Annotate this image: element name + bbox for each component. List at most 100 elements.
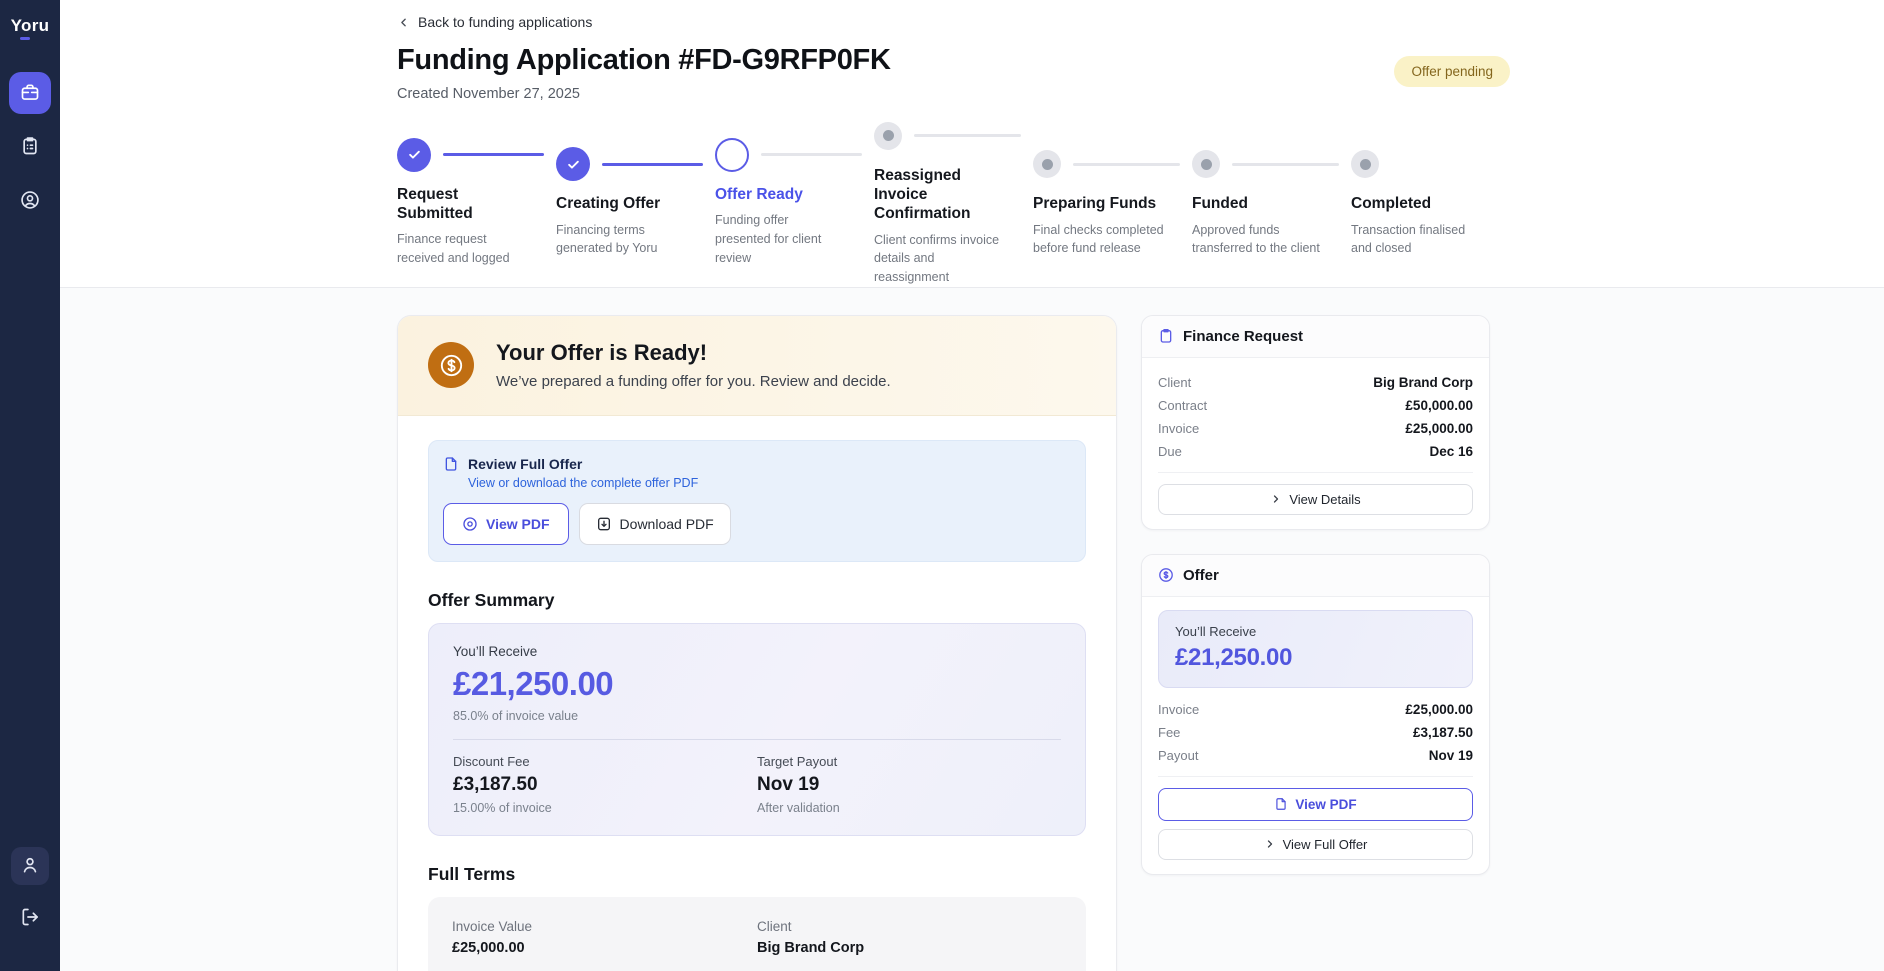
- check-icon: [566, 157, 581, 172]
- step-connector: [443, 153, 544, 156]
- term-label: Invoice Value: [452, 919, 757, 934]
- sidebar-item-account[interactable]: [9, 180, 51, 222]
- step-connector: [602, 163, 703, 166]
- step-completed: Completed Transaction finalised and clos…: [1351, 146, 1510, 258]
- offer-summary-box: You’ll Receive £21,250.00 85.0% of invoi…: [428, 623, 1086, 836]
- step-title: Request Submitted: [397, 185, 556, 224]
- sidebar-logout-button[interactable]: [9, 897, 51, 939]
- page-header: Back to funding applications Funding App…: [397, 0, 1510, 287]
- logout-icon: [20, 907, 40, 930]
- kv-value: Big Brand Corp: [1373, 375, 1473, 390]
- kv-value: £25,000.00: [1405, 702, 1473, 717]
- step-description: Approved funds transferred to the client: [1192, 221, 1351, 259]
- created-date: Created November 27, 2025: [397, 86, 891, 102]
- banner-title: Your Offer is Ready!: [496, 340, 891, 366]
- kv-label: Payout: [1158, 748, 1198, 763]
- app-root: Yoru Back to funding applications: [0, 0, 1884, 971]
- term-value: £25,000.00: [452, 940, 757, 956]
- clipboard-icon: [20, 136, 40, 159]
- finance-row-invoice: Invoice £25,000.00: [1158, 417, 1473, 440]
- kv-label: Due: [1158, 444, 1182, 459]
- step-description: Final checks completed before fund relea…: [1033, 221, 1192, 259]
- sidebar: Yoru: [0, 0, 60, 971]
- chevron-right-icon: [1264, 838, 1276, 850]
- payout-label: Target Payout: [757, 754, 1061, 769]
- step-dot: [883, 130, 894, 141]
- side-view-pdf-button[interactable]: View PDF: [1158, 788, 1473, 821]
- briefcase-icon: [20, 82, 40, 105]
- download-pdf-label: Download PDF: [620, 516, 714, 532]
- chevron-right-icon: [1270, 493, 1282, 505]
- kv-label: Contract: [1158, 398, 1207, 413]
- finance-request-card: Finance Request Client Big Brand Corp Co…: [1141, 315, 1490, 530]
- finance-row-due: Due Dec 16: [1158, 440, 1473, 463]
- step-creating-offer: Creating Offer Financing terms generated…: [556, 146, 715, 258]
- finance-request-title: Finance Request: [1183, 328, 1303, 345]
- step-title: Creating Offer: [556, 194, 715, 213]
- offer-panel-title: Offer: [1183, 567, 1219, 584]
- summary-divider: [453, 739, 1061, 740]
- person-icon: [20, 855, 40, 878]
- offer-row-payout: Payout Nov 19: [1158, 744, 1473, 767]
- side-column: Finance Request Client Big Brand Corp Co…: [1141, 315, 1490, 971]
- side-divider: [1158, 472, 1473, 473]
- view-full-offer-label: View Full Offer: [1283, 837, 1368, 852]
- status-badge: Offer pending: [1394, 56, 1510, 87]
- offer-receive-box: You’ll Receive £21,250.00: [1158, 610, 1473, 688]
- payout-note: After validation: [757, 801, 1061, 815]
- step-offer-ready: Offer Ready Funding offer presented for …: [715, 137, 874, 268]
- kv-value: £50,000.00: [1405, 398, 1473, 413]
- banner-subtitle: We’ve prepared a funding offer for you. …: [496, 373, 891, 390]
- step-description: Financing terms generated by Yoru: [556, 221, 715, 259]
- step-connector: [914, 134, 1021, 137]
- step-complete-circle: [397, 138, 431, 172]
- step-request-submitted: Request Submitted Finance request receiv…: [397, 137, 556, 268]
- fee-note: 15.00% of invoice: [453, 801, 757, 815]
- back-link[interactable]: Back to funding applications: [397, 14, 592, 30]
- step-connector: [1232, 163, 1339, 166]
- main-area: Back to funding applications Funding App…: [60, 0, 1884, 971]
- coin-icon: [1158, 567, 1174, 583]
- step-description: Client confirms invoice details and reas…: [874, 231, 1033, 287]
- step-title: Offer Ready: [715, 185, 874, 204]
- finance-row-client: Client Big Brand Corp: [1158, 371, 1473, 394]
- step-title: Funded: [1192, 194, 1351, 213]
- sidebar-item-applications[interactable]: [9, 72, 51, 114]
- step-connector: [1073, 163, 1180, 166]
- eye-icon: [462, 516, 478, 532]
- step-dot: [1360, 159, 1371, 170]
- receive-label: You’ll Receive: [453, 644, 1061, 659]
- step-title: Reassigned Invoice Confirmation: [874, 166, 1033, 224]
- step-description: Transaction finalised and closed: [1351, 221, 1510, 259]
- view-details-button[interactable]: View Details: [1158, 484, 1473, 515]
- view-full-offer-button[interactable]: View Full Offer: [1158, 829, 1473, 860]
- step-complete-circle: [556, 147, 590, 181]
- side-divider: [1158, 776, 1473, 777]
- sidebar-item-requests[interactable]: [9, 126, 51, 168]
- offer-row-fee: Fee £3,187.50: [1158, 721, 1473, 744]
- full-terms-heading: Full Terms: [428, 864, 1086, 885]
- file-icon: [1274, 797, 1288, 811]
- download-pdf-button[interactable]: Download PDF: [579, 503, 731, 545]
- step-funded: Funded Approved funds transferred to the…: [1192, 146, 1351, 258]
- back-link-label: Back to funding applications: [418, 14, 592, 30]
- step-pending-circle: [874, 122, 902, 150]
- step-description: Finance request received and logged: [397, 230, 556, 268]
- step-title: Preparing Funds: [1033, 194, 1192, 213]
- step-preparing-funds: Preparing Funds Final checks completed b…: [1033, 146, 1192, 258]
- term-label: Client: [757, 919, 1062, 934]
- side-view-pdf-label: View PDF: [1295, 797, 1356, 812]
- sidebar-item-profile[interactable]: [11, 847, 49, 885]
- step-connector: [761, 153, 862, 156]
- kv-label: Client: [1158, 375, 1191, 390]
- offer-summary-heading: Offer Summary: [428, 590, 1086, 611]
- view-pdf-button[interactable]: View PDF: [443, 503, 569, 545]
- fee-label: Discount Fee: [453, 754, 757, 769]
- full-terms-box: Invoice Value £25,000.00 Client Big Bran…: [428, 897, 1086, 971]
- step-dot: [1201, 159, 1212, 170]
- step-reassigned-invoice-confirmation: Reassigned Invoice Confirmation Client c…: [874, 118, 1033, 287]
- download-icon: [596, 516, 612, 532]
- offer-receive-label: You’ll Receive: [1175, 624, 1456, 639]
- view-details-label: View Details: [1289, 492, 1360, 507]
- user-circle-icon: [20, 190, 40, 213]
